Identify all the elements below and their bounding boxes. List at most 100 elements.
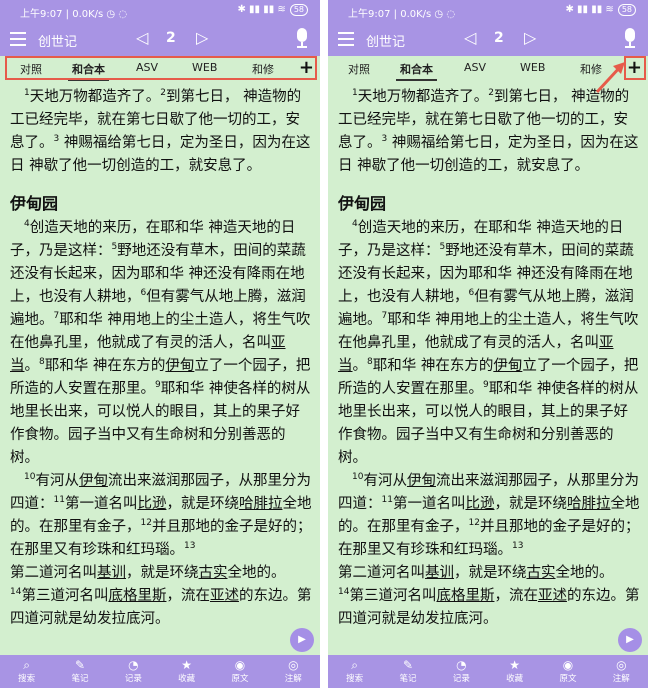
verse-text: 耶和华 神在东方的	[44, 358, 166, 374]
battery-icon: 58	[617, 4, 636, 16]
place-link[interactable]: 伊甸	[79, 473, 108, 489]
place-link[interactable]: 古实	[199, 565, 228, 581]
nav-original-text[interactable]: ◉ 原文	[213, 655, 266, 688]
place-link[interactable]: 伊甸	[165, 358, 194, 374]
tab-asv[interactable]: ASV	[464, 61, 486, 74]
verse-text: 有河从	[363, 473, 407, 489]
verse-number: 14	[10, 587, 22, 598]
book-title[interactable]: 创世记	[38, 31, 77, 50]
original-text-icon: ◉	[562, 658, 574, 672]
chapter-number[interactable]: 2	[494, 30, 504, 46]
nav-search[interactable]: ⌕ 搜索	[0, 655, 53, 688]
place-link[interactable]: 亚述	[538, 588, 567, 604]
verse-text: 第一道名叫	[392, 496, 466, 512]
nav-label: 笔记	[399, 674, 417, 684]
verse-text: 全地的。	[227, 565, 286, 581]
place-link[interactable]: 伊甸	[407, 473, 436, 489]
scripture-text: 1天地万物都造齐了。2到第七日， 神造物的工已经完毕，就在第七日歇了他一切的工，…	[338, 86, 640, 652]
nav-notes[interactable]: ✎ 笔记	[381, 655, 434, 688]
chapter-number[interactable]: 2	[166, 30, 176, 46]
bottom-navigation: ⌕ 搜索 ✎ 笔记 ◔ 记录 ★ 收藏 ◉ 原文 ◎ 注解	[328, 655, 648, 688]
book-title[interactable]: 创世记	[366, 31, 405, 50]
bottom-navigation: ⌕ 搜索 ✎ 笔记 ◔ 记录 ★ 收藏 ◉ 原文 ◎ 注解	[0, 655, 320, 688]
nav-label: 笔记	[71, 674, 89, 684]
verse-text: 耶和华 神在东方的	[372, 358, 494, 374]
status-bar: 上午9:07 | 0.0K/s ◷ ◌ ✱ ▮▮ ▮▮ ≋ 58	[328, 0, 648, 22]
place-link[interactable]: 哈腓拉	[239, 496, 283, 512]
scripture-text: 1天地万物都造齐了。2到第七日， 神造物的工已经完毕，就在第七日歇了他一切的工，…	[10, 86, 312, 652]
nav-label: 原文	[559, 674, 577, 684]
place-link[interactable]: 底格里斯	[108, 588, 166, 604]
menu-icon[interactable]	[338, 32, 354, 46]
prev-chapter-icon[interactable]: ◁	[464, 28, 476, 47]
history-icon: ◔	[128, 658, 139, 672]
status-bar: 上午9:07 | 0.0K/s ◷ ◌ ✱ ▮▮ ▮▮ ≋ 58	[0, 0, 320, 22]
next-chapter-icon[interactable]: ▷	[196, 28, 208, 47]
note-icon: ✎	[74, 658, 86, 672]
verse-text: 全地的。	[555, 565, 614, 581]
nav-favorites[interactable]: ★ 收藏	[488, 655, 541, 688]
status-time: 上午9:07	[20, 9, 63, 20]
app-bar: 创世记 ◁ 2 ▷	[0, 22, 320, 56]
verse-number: 11	[53, 495, 65, 506]
status-speed: 0.0K/s	[72, 9, 104, 20]
place-link[interactable]: 伊甸	[493, 358, 522, 374]
place-link[interactable]: 底格里斯	[436, 588, 494, 604]
nav-commentary[interactable]: ◎ 注解	[595, 655, 648, 688]
verse-number: 10	[352, 472, 364, 483]
play-button[interactable]: ▶	[618, 628, 642, 652]
verse-number: 11	[381, 495, 393, 506]
place-link[interactable]: 基训	[425, 565, 454, 581]
place-link[interactable]: 比逊	[137, 496, 166, 512]
verse-text: 有河从	[35, 473, 79, 489]
nav-label: 收藏	[506, 674, 524, 684]
place-link[interactable]: 基训	[97, 565, 126, 581]
verse-text: 第三道河名叫	[349, 588, 437, 604]
tab-cuv[interactable]: 和合本	[396, 61, 437, 81]
menu-icon[interactable]	[10, 32, 26, 46]
nav-original-text[interactable]: ◉ 原文	[541, 655, 594, 688]
battery-icon: 58	[289, 4, 308, 16]
place-link[interactable]: 哈腓拉	[567, 496, 611, 512]
nav-notes[interactable]: ✎ 笔记	[53, 655, 106, 688]
commentary-icon: ◎	[616, 658, 627, 672]
tab-web[interactable]: WEB	[520, 61, 545, 74]
verse-text: 天地万物都造齐了。	[29, 89, 161, 105]
verse-text: 天地万物都造齐了。	[357, 89, 489, 105]
nav-label: 搜索	[346, 674, 364, 684]
verse-text: ，就是环绕	[166, 496, 239, 512]
place-link[interactable]: 古实	[527, 565, 556, 581]
paragraph: 10有河从伊甸流出来滋润那园子，从那里分为四道：11第一道名叫比逊，就是环绕哈腓…	[338, 470, 640, 631]
tab-compare[interactable]: 对照	[348, 61, 370, 77]
status-time: 上午9:07	[348, 9, 391, 20]
verse-number: 10	[24, 472, 36, 483]
verse-text: ，就是环绕	[494, 496, 567, 512]
nav-history[interactable]: ◔ 记录	[107, 655, 160, 688]
original-text-icon: ◉	[234, 658, 246, 672]
verse-text: ，就是环绕	[454, 565, 527, 581]
nav-commentary[interactable]: ◎ 注解	[267, 655, 320, 688]
nav-label: 搜索	[18, 674, 36, 684]
section-heading: 伊甸园	[10, 194, 59, 213]
verse-number: 12	[140, 518, 152, 529]
next-chapter-icon[interactable]: ▷	[524, 28, 536, 47]
search-icon: ⌕	[351, 658, 359, 672]
play-button[interactable]: ▶	[290, 628, 314, 652]
history-icon: ◔	[456, 658, 467, 672]
phone-screen-right: 上午9:07 | 0.0K/s ◷ ◌ ✱ ▮▮ ▮▮ ≋ 58 创世记 ◁ 2 …	[328, 0, 648, 688]
nav-search[interactable]: ⌕ 搜索	[328, 655, 381, 688]
nav-history[interactable]: ◔ 记录	[435, 655, 488, 688]
prev-chapter-icon[interactable]: ◁	[136, 28, 148, 47]
verse-text: ，就是环绕	[126, 565, 199, 581]
nav-favorites[interactable]: ★ 收藏	[160, 655, 213, 688]
verse-text: 。	[24, 358, 40, 374]
verse-text: ，流在	[494, 588, 538, 604]
microphone-icon[interactable]	[296, 28, 308, 50]
place-link[interactable]: 亚述	[210, 588, 239, 604]
section-heading: 伊甸园	[338, 194, 387, 213]
place-link[interactable]: 比逊	[465, 496, 494, 512]
verse-text: 第二道河名叫	[10, 565, 97, 581]
nav-label: 记录	[452, 674, 470, 684]
microphone-icon[interactable]	[624, 28, 636, 50]
highlight-box	[5, 56, 317, 80]
